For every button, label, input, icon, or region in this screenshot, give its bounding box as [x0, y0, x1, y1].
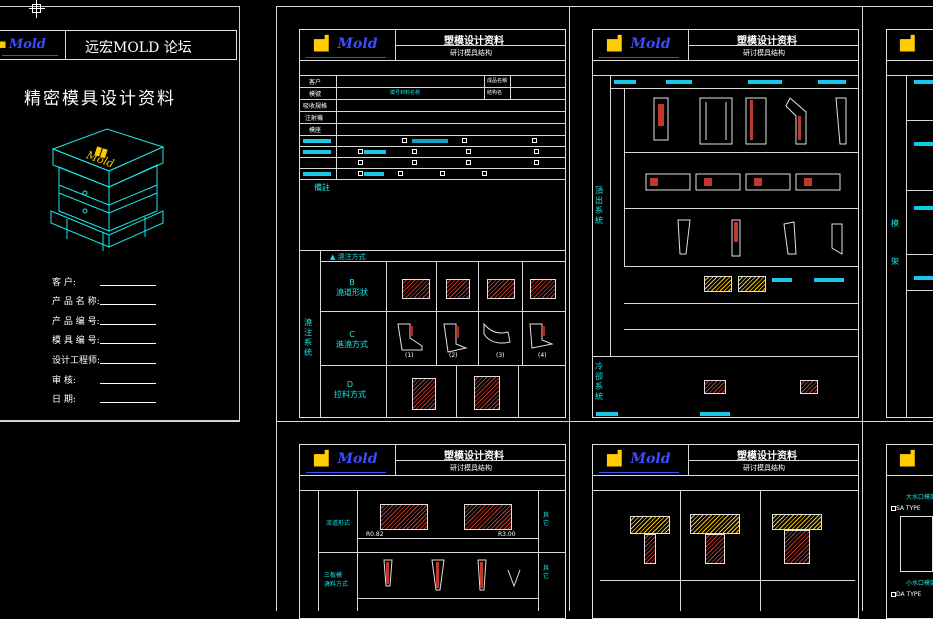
runner-section-1 [380, 504, 428, 530]
gate-insert-1b [644, 534, 656, 564]
other-label-2: 其它 [543, 565, 550, 580]
cover-field-product-name: 产 品 名 称: [52, 297, 100, 307]
cover-logo: ▪ Mold [0, 37, 46, 52]
sheet4-subtitle: 研讨模具结构 [743, 464, 785, 472]
forum-title: 远宏MOLD 论坛 [85, 40, 192, 56]
cover-field-date: 日 期: [52, 395, 76, 405]
puller-1 [412, 378, 436, 410]
other-label-1: 其它 [543, 512, 550, 527]
sheet5-logo: ▆▍ [900, 36, 922, 52]
runner-shape-4 [530, 279, 556, 299]
header-moldbase: 模座 [309, 127, 322, 134]
runner-shape-2 [446, 279, 470, 299]
sheet4-logo: ▆▍ Mold [607, 451, 671, 467]
eject-method-drawings [677, 219, 843, 257]
row-runner-shape: B 澆道形狀 [336, 278, 368, 297]
three-plate-label: 三板模 澆料方式 [324, 572, 349, 588]
sprue-section-label: 澆注系统 [304, 318, 312, 357]
gate-insert-3b [784, 530, 810, 564]
gate-insert-2b [705, 534, 725, 564]
ejector-pin-drawings [653, 97, 847, 145]
sheet6-logo: ▆▍ [900, 451, 922, 467]
gate-insert-1 [630, 516, 670, 534]
small-gate-base: 小水口模架 [906, 580, 933, 587]
gate-num-4: (4) [538, 352, 547, 359]
sprue-heading: ▲ 澆注方式 [330, 253, 366, 261]
large-gate-base: 大水口模架 [906, 494, 933, 501]
runner-section-2 [464, 504, 512, 530]
sheet2-logo: ▆▍ Mold [607, 36, 671, 52]
sa-type: SA TYPE [896, 505, 921, 512]
eject-block-1 [704, 276, 732, 292]
dim-r082: R0.82 [366, 531, 384, 538]
cool-system-label: 冷卻系統 [595, 362, 603, 401]
mold-box-illustration [50, 128, 165, 251]
frame-divider-2 [569, 6, 570, 611]
header-structure: 结构名 [487, 90, 503, 96]
remark-label: 備註 [314, 183, 330, 192]
header-material: 模号材料名称 [390, 90, 421, 96]
header-mold-no: 模號 [309, 91, 322, 98]
sheet4-title: 塑模设计资料 [737, 451, 797, 462]
cool-block-1 [704, 380, 726, 394]
sheet1-title: 塑模设计资料 [444, 36, 504, 47]
gate-num-2: (2) [449, 352, 458, 359]
moldbase-label-2: 架 [891, 257, 899, 266]
sheet3-subtitle: 研讨模具结构 [450, 464, 492, 472]
cover-field-engineer: 设计工程师: [52, 356, 101, 366]
gate-insert-2 [690, 514, 740, 534]
da-type: DA TYPE [896, 591, 922, 598]
frame-divider-3 [862, 6, 863, 611]
sheet3-logo: ▆▍ Mold [314, 451, 378, 467]
eject-block-2 [738, 276, 766, 292]
gate-insert-3 [772, 514, 822, 530]
crosshair-cursor [29, 0, 45, 18]
sheet1-subtitle: 研讨模具结构 [450, 49, 492, 57]
header-customer: 客户 [309, 79, 322, 86]
puller-2 [474, 376, 500, 410]
frame-divider-1 [276, 6, 277, 611]
cover-field-customer: 客 户: [52, 278, 76, 288]
sheet2-title: 塑模设计资料 [737, 36, 797, 47]
gate-num-3: (3) [496, 352, 505, 359]
row-gate-type: C 進澆方式 [336, 330, 368, 349]
sheet3-title: 塑模设计资料 [444, 451, 504, 462]
cover-field-product-number: 产 品 编 号: [52, 317, 100, 327]
cool-block-2 [800, 380, 818, 394]
header-injection: 注射機 [305, 115, 324, 122]
lifter-drawings [645, 173, 841, 191]
header-product-name: 成品名稱 [487, 78, 508, 84]
runner-type-label: 流道形式 [326, 520, 351, 527]
cover-main-title: 精密模具设计资料 [24, 89, 176, 109]
dim-r300: R3.00 [498, 531, 516, 538]
moldbase-label-1: 模 [891, 219, 899, 228]
three-plate-drawings [383, 559, 521, 591]
cover-field-review: 审 核: [52, 376, 76, 386]
gate-drawings [397, 322, 554, 353]
runner-shape-1 [402, 279, 430, 299]
gate-num-1: (1) [405, 352, 414, 359]
header-spec: 吸收規格 [303, 103, 328, 110]
eject-system-label: 頂出系統 [595, 186, 603, 225]
sheet2-subtitle: 研讨模具结构 [743, 49, 785, 57]
sheet1-logo: ▆▍ Mold [314, 36, 378, 52]
row-puller-type: D 拉料方式 [334, 380, 366, 399]
cover-field-mold-number: 模 具 编 号: [52, 336, 100, 346]
runner-shape-3 [487, 279, 515, 299]
